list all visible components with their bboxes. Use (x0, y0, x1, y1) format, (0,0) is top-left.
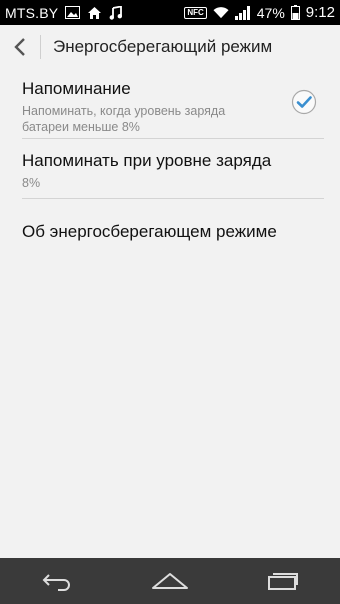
setting-about[interactable]: Об энергосберегающем режиме (22, 222, 324, 242)
nav-recents-button[interactable] (253, 558, 313, 604)
music-note-icon (108, 5, 124, 20)
image-icon (64, 6, 80, 20)
app-header: Энергосберегающий режим (0, 25, 340, 69)
wifi-icon (213, 6, 229, 20)
signal-icon (234, 5, 251, 20)
back-icon (42, 574, 70, 591)
back-chevron-icon[interactable] (0, 25, 40, 69)
header-divider (40, 35, 41, 59)
clock: 9:12 (305, 4, 335, 21)
checkmark-icon (291, 89, 317, 115)
reminder-checkbox[interactable] (291, 89, 317, 115)
setting-reminder[interactable]: Напоминание Напоминать, когда уровень за… (22, 79, 324, 135)
setting-reminder-title: Напоминание (22, 79, 131, 98)
home-icon (151, 573, 188, 589)
divider (22, 138, 324, 139)
divider (22, 198, 324, 199)
home-icon (86, 6, 102, 20)
setting-about-title: Об энергосберегающем режиме (22, 222, 277, 241)
setting-remind-level[interactable]: Напоминать при уровне заряда 8% (22, 151, 324, 191)
recents-icon (268, 573, 299, 590)
battery-icon (290, 5, 300, 20)
page-title: Энергосберегающий режим (53, 37, 273, 56)
setting-remind-level-title: Напоминать при уровне заряда (22, 151, 272, 170)
nav-home-button[interactable] (140, 558, 200, 604)
carrier-name: MTS.BY (5, 4, 59, 21)
nfc-icon: NFC (184, 6, 207, 19)
navigation-bar (0, 558, 340, 604)
status-bar: MTS.BY NFC 47% 9:12 (0, 0, 340, 25)
setting-remind-level-summary: 8% (22, 176, 41, 190)
setting-reminder-summary: Напоминать, когда уровень заряда батареи… (22, 104, 226, 134)
nav-back-button[interactable] (27, 558, 87, 604)
battery-percent: 47% (256, 4, 285, 21)
